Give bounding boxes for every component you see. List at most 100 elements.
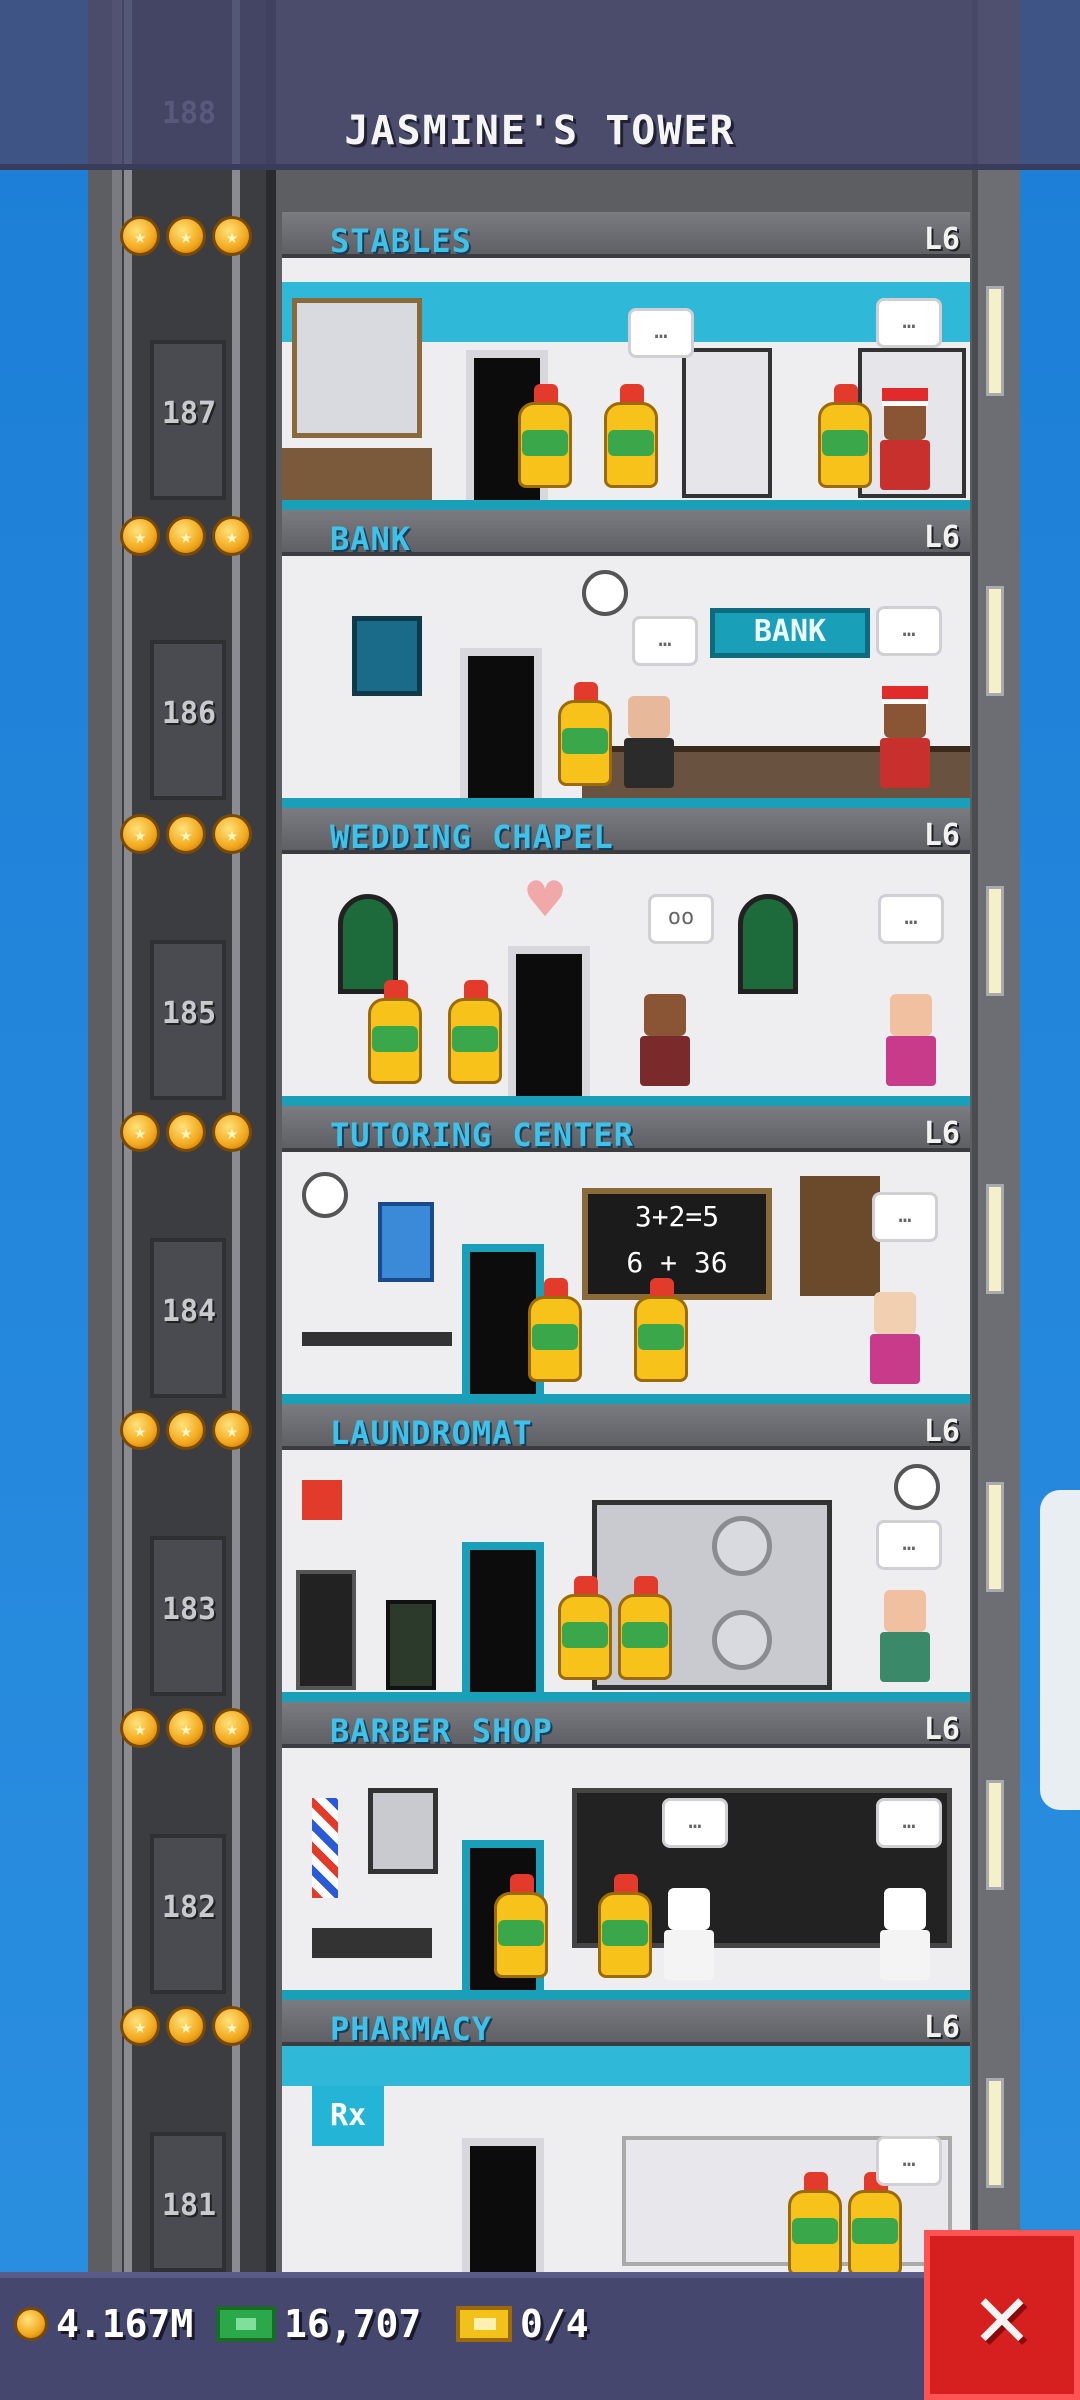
vending-machine <box>296 1570 356 1690</box>
coin-icon <box>14 2307 48 2341</box>
speech-bubble[interactable]: … <box>662 1798 728 1848</box>
star-icon: ★ <box>120 1410 160 1450</box>
bitizen-guest[interactable] <box>872 1576 938 1686</box>
floor-number: 182 <box>161 1890 217 1925</box>
floor-title-bar: LAUNDROMAT L6 <box>282 1404 970 1452</box>
star-icon: ★ <box>166 1708 206 1748</box>
floor-number: 185 <box>161 996 217 1031</box>
floor-stars: ★ ★ ★ <box>120 814 252 854</box>
stained-glass-window <box>338 894 398 994</box>
bitizen-guest[interactable] <box>878 980 944 1090</box>
floor-level: L6 <box>923 1712 960 1747</box>
floor-tutoring-center[interactable]: TUTORING CENTER L6 3+2=5 6 + 36 … <box>282 1106 970 1404</box>
floor-title-bar: WEDDING CHAPEL L6 <box>282 808 970 856</box>
bitizen-duck[interactable] <box>598 384 664 494</box>
bitizen-guest[interactable] <box>862 1278 928 1388</box>
bitizen-duck[interactable] <box>812 384 878 494</box>
floor-name: BANK <box>330 520 412 558</box>
floor-level: L6 <box>923 1414 960 1449</box>
star-icon: ★ <box>212 1410 252 1450</box>
floor-title-bar: BARBER SHOP L6 <box>282 1702 970 1750</box>
barber-pole <box>312 1798 338 1898</box>
floor-wedding-chapel[interactable]: WEDDING CHAPEL L6 ♥ oo … <box>282 808 970 1106</box>
bitizen-santa[interactable] <box>872 682 938 792</box>
floor-name: LAUNDROMAT <box>330 1414 533 1452</box>
room-bank: BANK … … <box>282 556 970 808</box>
bitizen-snowman[interactable] <box>872 1874 938 1984</box>
speech-bubble[interactable]: … <box>876 2136 942 2186</box>
close-button[interactable]: ✕ <box>924 2230 1080 2400</box>
floor-bank[interactable]: BANK L6 BANK … … <box>282 510 970 808</box>
star-icon: ★ <box>166 2006 206 2046</box>
cloud <box>1040 1490 1080 1810</box>
star-icon: ★ <box>120 2006 160 2046</box>
floor-number: 186 <box>161 696 217 731</box>
star-icon: ★ <box>120 1112 160 1152</box>
bitizen-santa[interactable] <box>872 384 938 494</box>
star-icon: ★ <box>212 814 252 854</box>
floor-stables[interactable]: STABLES L6 … … <box>282 212 970 510</box>
speech-bubble[interactable]: … <box>876 606 942 656</box>
coins-stat[interactable]: 4.167M <box>14 2302 193 2346</box>
clock-icon <box>582 570 628 616</box>
bitizen-duck[interactable] <box>782 2172 848 2282</box>
floor-name: STABLES <box>330 222 472 260</box>
stable-stall <box>682 348 772 498</box>
floor-stars: ★ ★ ★ <box>120 1410 252 1450</box>
bitizen-duck[interactable] <box>522 1278 588 1388</box>
star-icon: ★ <box>120 1708 160 1748</box>
star-icon: ★ <box>166 216 206 256</box>
room-door <box>462 1542 544 1692</box>
speech-bubble[interactable]: oo <box>648 894 714 944</box>
tower-title[interactable]: JASMINE'S TOWER <box>0 108 1080 154</box>
star-icon: ★ <box>212 1112 252 1152</box>
bitizen-duck[interactable] <box>512 384 578 494</box>
room-door <box>460 648 542 798</box>
bitizen-duck[interactable] <box>488 1874 554 1984</box>
bitizen-duck[interactable] <box>552 682 618 792</box>
bitizen-duck[interactable] <box>842 2172 908 2282</box>
star-icon: ★ <box>212 1708 252 1748</box>
floor-title-bar: STABLES L6 <box>282 212 970 260</box>
speech-bubble[interactable]: … <box>878 894 944 944</box>
tower-window <box>986 1780 1004 1890</box>
floor-level: L6 <box>923 818 960 853</box>
speech-bubble[interactable]: … <box>876 1520 942 1570</box>
speech-bubble[interactable]: … <box>876 298 942 348</box>
floor-barber-shop[interactable]: BARBER SHOP L6 … … <box>282 1702 970 2000</box>
floor-level: L6 <box>923 1116 960 1151</box>
safe <box>386 1600 436 1690</box>
bitizen-duck[interactable] <box>442 980 508 1090</box>
wall-stripe <box>282 2046 970 2086</box>
floor-stars: ★ ★ ★ <box>120 516 252 556</box>
floor-pharmacy[interactable]: PHARMACY L6 Rx … <box>282 2000 970 2298</box>
ticket-icon <box>456 2306 512 2342</box>
floor-title-bar: TUTORING CENTER L6 <box>282 1106 970 1154</box>
bank-sign: BANK <box>710 608 870 658</box>
bitizen-snowman[interactable] <box>656 1874 722 1984</box>
tickets-stat[interactable]: 0/4 <box>456 2302 589 2346</box>
floor-number: 187 <box>161 396 217 431</box>
bitizen-duck[interactable] <box>612 1576 678 1686</box>
floor-name: BARBER SHOP <box>330 1712 553 1750</box>
room-door <box>508 946 590 1096</box>
chart-poster <box>352 616 422 696</box>
star-icon: ★ <box>166 516 206 556</box>
bitizen-duck[interactable] <box>362 980 428 1090</box>
speech-bubble[interactable]: … <box>628 308 694 358</box>
bitizen-duck[interactable] <box>628 1278 694 1388</box>
bitizen-duck[interactable] <box>552 1576 618 1686</box>
speech-bubble[interactable]: … <box>876 1798 942 1848</box>
room-stables: … … <box>282 258 970 510</box>
bitizen-guest[interactable] <box>632 980 698 1090</box>
room-wedding-chapel: ♥ oo … <box>282 854 970 1106</box>
bitizen-duck[interactable] <box>592 1874 658 1984</box>
bitizen-worker[interactable] <box>616 682 682 792</box>
bux-stat[interactable]: 16,707 <box>216 2302 421 2346</box>
floor-laundromat[interactable]: LAUNDROMAT L6 … <box>282 1404 970 1702</box>
speech-bubble[interactable]: … <box>872 1192 938 1242</box>
room-barber-shop: … … <box>282 1748 970 2000</box>
clock-icon <box>302 1172 348 1218</box>
speech-bubble[interactable]: … <box>632 616 698 666</box>
room-tutoring-center: 3+2=5 6 + 36 … <box>282 1152 970 1404</box>
